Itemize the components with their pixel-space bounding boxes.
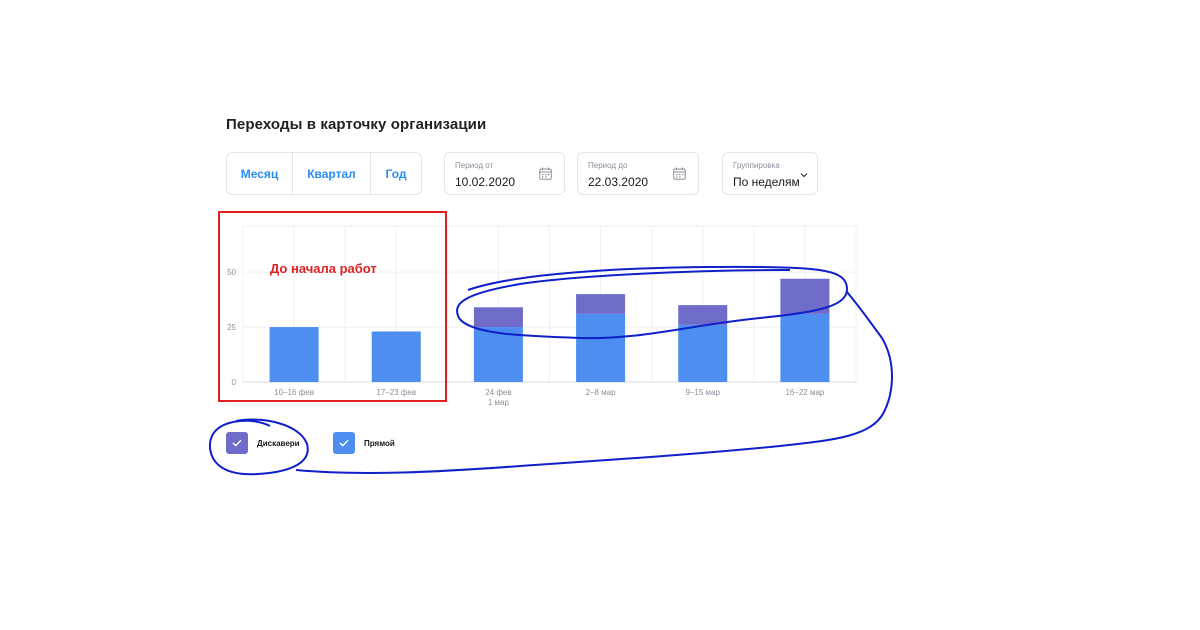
legend-item-discovery[interactable]: Дискавери xyxy=(226,432,300,454)
legend-checkbox[interactable] xyxy=(333,432,355,454)
bar-discovery xyxy=(780,278,830,314)
bar-discovery xyxy=(473,307,523,328)
bar-chart: 0255010–16 фев 17–23 фев 24 фев1 мар2–8 ма… xyxy=(227,225,857,407)
x-tick-label: 24 фев xyxy=(485,388,511,397)
legend-label: Дискавери xyxy=(257,438,300,448)
x-tick-label: 16–22 мар xyxy=(785,388,824,397)
x-tick-label: 2–8 мар xyxy=(586,388,617,397)
legend-checkbox[interactable] xyxy=(226,432,248,454)
bar-direct xyxy=(576,313,626,382)
check-icon xyxy=(339,439,349,447)
bar-discovery xyxy=(576,294,626,314)
check-icon xyxy=(232,439,242,447)
x-tick-label: 1 мар xyxy=(488,398,510,407)
bar-direct xyxy=(678,324,728,382)
legend-item-direct[interactable]: Прямой xyxy=(333,432,395,454)
x-tick-label: 9–15 мар xyxy=(686,388,721,397)
annotation-text: До начала работ xyxy=(270,261,377,276)
bar-direct xyxy=(473,327,523,382)
bar-direct xyxy=(780,313,830,382)
bar-discovery xyxy=(678,305,728,325)
annotation-rectangle xyxy=(218,211,447,402)
legend-label: Прямой xyxy=(364,438,395,448)
